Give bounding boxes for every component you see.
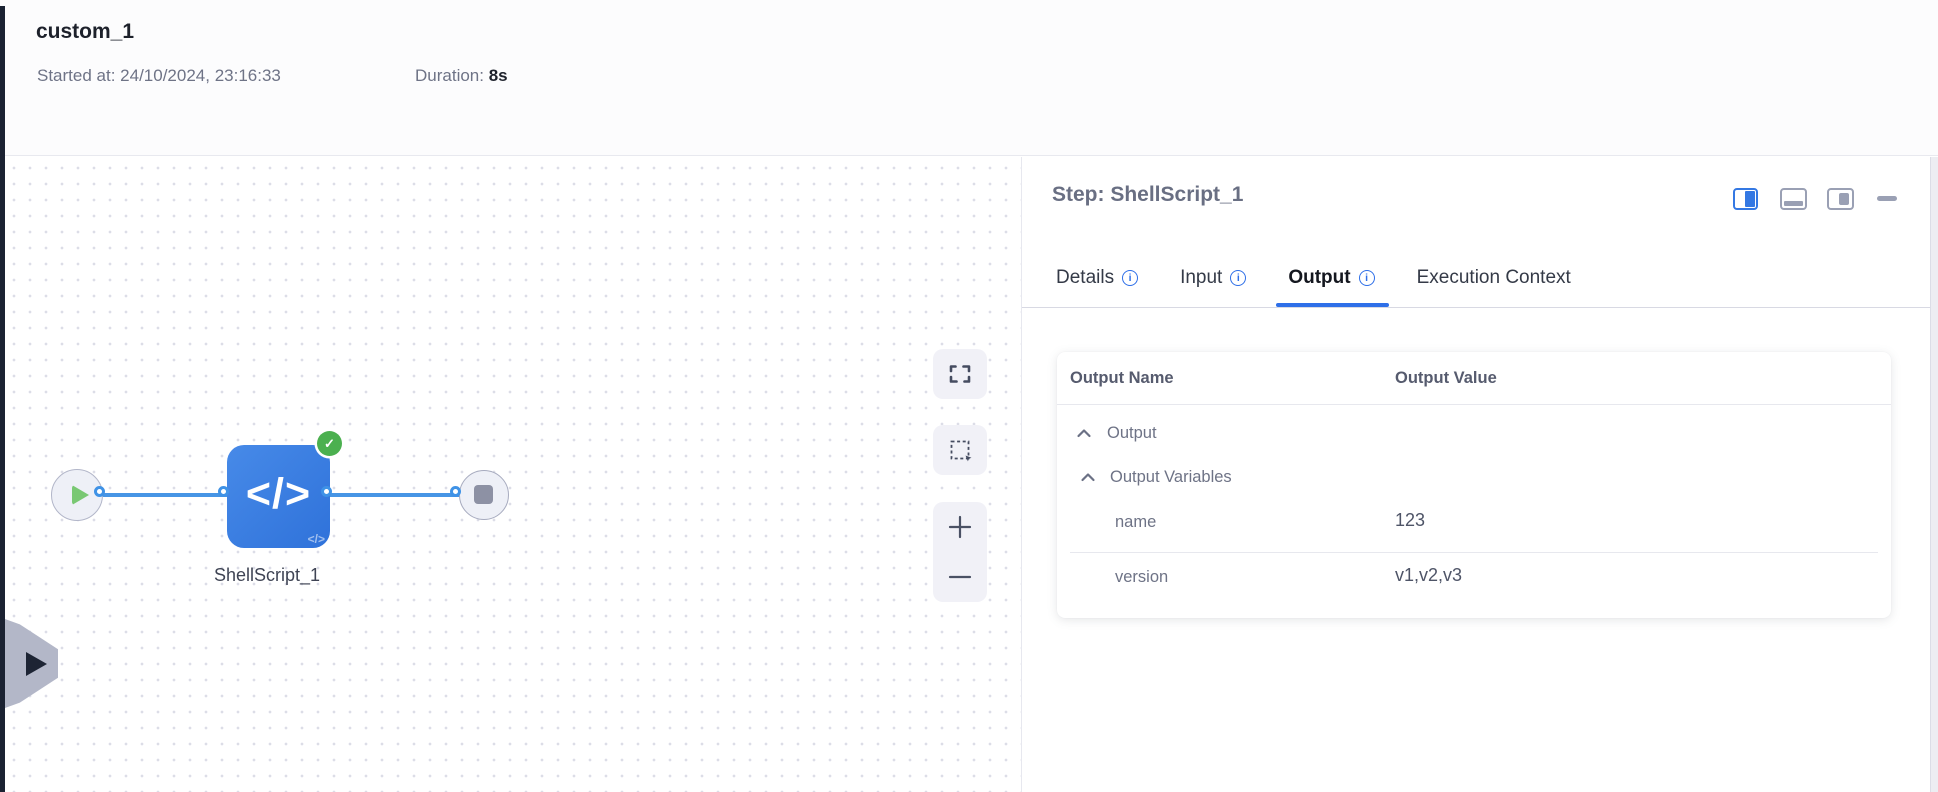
play-icon	[72, 485, 89, 505]
table-row-group-output[interactable]: Output	[1107, 424, 1157, 443]
table-divider	[1070, 552, 1878, 553]
step-node-out-port	[321, 486, 332, 497]
column-header-output-value: Output Value	[1395, 369, 1497, 387]
tab-input-label: Input	[1180, 266, 1223, 288]
stop-icon	[474, 485, 493, 504]
marquee-select-button[interactable]	[933, 425, 987, 475]
code-icon-small: </>	[307, 532, 325, 546]
marquee-select-icon	[950, 440, 971, 461]
table-row-name-key: name	[1115, 513, 1157, 531]
workflow-canvas[interactable]: </> </> ✓ ShellScript_1	[0, 157, 1022, 792]
step-details-panel: Step: ShellScript_1 Details i Input i Ou…	[1022, 157, 1930, 792]
step-panel-title: Step: ShellScript_1	[1052, 183, 1244, 206]
tab-input[interactable]: Input i	[1180, 248, 1247, 307]
run-header: custom_1 Started at: 24/10/2024, 23:16:3…	[0, 0, 1938, 156]
layout-split-right-fill	[1745, 191, 1755, 207]
step-node-label: ShellScript_1	[214, 565, 321, 585]
zoom-controls[interactable]	[933, 502, 987, 602]
step-tabs: Details i Input i Output i Execution Con…	[1022, 248, 1930, 308]
layout-float-fill	[1839, 193, 1849, 205]
success-check-icon: ✓	[317, 431, 342, 456]
panel-scrollbar[interactable]	[1930, 157, 1938, 792]
duration-label: Duration:	[415, 66, 484, 85]
step-node-in-port	[218, 486, 229, 497]
zoom-out-icon[interactable]	[947, 564, 973, 590]
layout-float-icon[interactable]	[1827, 188, 1854, 210]
duration: Duration: 8s	[415, 66, 508, 86]
tab-details[interactable]: Details i	[1056, 248, 1139, 307]
tab-execution-context[interactable]: Execution Context	[1417, 248, 1571, 307]
shellscript-step-node[interactable]: </> </>	[227, 445, 330, 548]
expand-icon	[949, 365, 971, 383]
info-icon[interactable]: i	[1122, 269, 1139, 286]
tab-details-label: Details	[1056, 266, 1115, 288]
table-row-name-value: 123	[1395, 510, 1426, 530]
tab-output[interactable]: Output i	[1276, 248, 1389, 307]
started-at: Started at: 24/10/2024, 23:16:33	[37, 66, 281, 86]
page-title: custom_1	[36, 20, 135, 43]
column-header-output-name: Output Name	[1070, 369, 1174, 387]
zoom-in-icon[interactable]	[947, 514, 973, 540]
output-table-card: Output Name Output Value Output Output V…	[1057, 352, 1891, 618]
started-at-label: Started at:	[37, 66, 116, 85]
end-node[interactable]	[459, 470, 509, 520]
chevron-up-icon[interactable]	[1080, 472, 1096, 482]
tab-output-label: Output	[1288, 266, 1351, 288]
tab-execution-context-label: Execution Context	[1416, 266, 1571, 288]
started-at-value: 24/10/2024, 23:16:33	[120, 66, 281, 85]
table-row-version-key: version	[1115, 568, 1169, 586]
chevron-up-icon[interactable]	[1076, 428, 1092, 438]
table-row-version-value: v1,v2,v3	[1395, 565, 1463, 585]
layout-split-bottom-fill	[1784, 201, 1803, 206]
layout-split-right-icon[interactable]	[1733, 188, 1758, 210]
duration-value: 8s	[488, 66, 508, 85]
start-node-out-port	[94, 486, 105, 497]
end-node-in-port	[450, 486, 461, 497]
minimize-icon[interactable]	[1877, 196, 1897, 201]
fit-to-screen-button[interactable]	[933, 349, 987, 399]
layout-split-bottom-icon[interactable]	[1780, 188, 1807, 210]
arrow-right-icon	[26, 652, 47, 676]
table-row-group-output-variables[interactable]: Output Variables	[1110, 468, 1232, 487]
info-icon[interactable]: i	[1358, 269, 1375, 286]
left-edge-strip	[0, 6, 5, 792]
table-divider	[1057, 404, 1891, 405]
info-icon[interactable]: i	[1230, 269, 1247, 286]
